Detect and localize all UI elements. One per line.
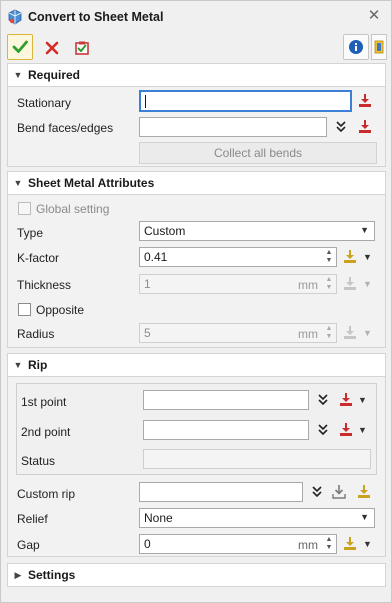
pick-filter-red-icon[interactable] — [357, 93, 373, 109]
double-chevron-down-icon[interactable] — [309, 484, 325, 500]
dropdown-caret-icon[interactable]: ▼ — [363, 328, 372, 338]
window-title: Convert to Sheet Metal — [28, 10, 164, 24]
type-select[interactable]: Custom ▼ — [139, 221, 375, 241]
collapse-triangle-icon: ▼ — [13, 70, 23, 80]
convert-to-sheet-metal-panel: Convert to Sheet Metal ✕ ▼ Required Stat… — [0, 0, 392, 603]
required-section-header[interactable]: ▼ Required — [7, 63, 386, 87]
pick-filter-red-icon[interactable] — [357, 119, 373, 135]
spinner-arrows-icon[interactable]: ▲ ▼ — [324, 249, 334, 265]
dropdown-caret-icon[interactable]: ▼ — [363, 279, 372, 289]
pick-filter-disabled-icon[interactable] — [342, 325, 358, 341]
dropdown-caret-icon[interactable]: ▼ — [363, 539, 372, 549]
gap-label: Gap — [17, 538, 40, 552]
spinner-arrows-icon[interactable]: ▲ ▼ — [324, 325, 334, 341]
collect-all-bends-button[interactable]: Collect all bends — [139, 142, 377, 164]
double-chevron-down-icon[interactable] — [315, 422, 331, 438]
status-label: Status — [21, 454, 56, 468]
opposite-label: Opposite — [36, 303, 85, 317]
rip-section-header[interactable]: ▼ Rip — [7, 353, 386, 377]
cancel-button[interactable] — [39, 35, 65, 61]
settings-section-header[interactable]: ▶ Settings — [7, 563, 386, 587]
pick-filter-red-icon[interactable] — [338, 392, 354, 408]
app-logo-icon — [7, 9, 23, 25]
gap-input[interactable]: 0 mm ▲ ▼ — [139, 534, 337, 554]
pick-filter-gold-icon[interactable] — [342, 249, 358, 265]
relief-select[interactable]: None ▼ — [139, 508, 375, 528]
apply-button[interactable] — [69, 35, 95, 61]
first-point-label: 1st point — [21, 395, 67, 409]
bend-faces-input[interactable] — [139, 117, 327, 137]
type-label: Type — [17, 226, 44, 240]
gap-unit: mm — [298, 538, 318, 552]
custom-rip-label: Custom rip — [17, 487, 76, 501]
settings-section-title: Settings — [28, 568, 76, 582]
help-button[interactable] — [371, 34, 387, 60]
attributes-section-header[interactable]: ▼ Sheet Metal Attributes — [7, 171, 386, 195]
rip-section-title: Rip — [28, 358, 48, 372]
required-section-title: Required — [28, 68, 81, 82]
expand-triangle-icon: ▶ — [14, 569, 22, 580]
info-icon — [349, 40, 363, 54]
collapse-triangle-icon: ▼ — [13, 360, 23, 370]
second-point-input[interactable] — [143, 420, 309, 440]
dropdown-caret-icon[interactable]: ▼ — [358, 425, 367, 435]
thickness-label: Thickness — [17, 278, 72, 292]
radius-label: Radius — [17, 327, 55, 341]
opposite-checkbox[interactable] — [18, 303, 31, 316]
chevron-down-icon: ▼ — [360, 512, 369, 522]
double-chevron-down-icon[interactable] — [315, 392, 331, 408]
stationary-label: Stationary — [17, 96, 72, 110]
kfactor-input[interactable]: 0.41 ▲ ▼ — [139, 247, 337, 267]
kfactor-label: K-factor — [17, 251, 60, 265]
checkmark-icon — [12, 40, 28, 53]
pick-filter-red-icon[interactable] — [338, 422, 354, 438]
pick-filter-disabled-icon[interactable] — [342, 276, 358, 292]
attributes-section-title: Sheet Metal Attributes — [28, 176, 155, 190]
ok-button[interactable] — [7, 34, 33, 60]
global-setting-checkbox[interactable] — [18, 202, 31, 215]
second-point-label: 2nd point — [21, 425, 71, 439]
chevron-down-icon: ▼ — [360, 225, 369, 235]
relief-label: Relief — [17, 512, 48, 526]
custom-rip-input[interactable] — [139, 482, 303, 502]
double-chevron-down-icon[interactable] — [333, 119, 349, 135]
radius-input[interactable]: 5 mm ▲ ▼ — [139, 323, 337, 343]
info-button[interactable] — [343, 34, 369, 60]
apply-check-icon — [75, 41, 89, 55]
dropdown-caret-icon[interactable]: ▼ — [358, 395, 367, 405]
download-gray-icon[interactable] — [331, 484, 347, 500]
spinner-arrows-icon[interactable]: ▲ ▼ — [324, 276, 334, 292]
radius-unit: mm — [298, 327, 318, 341]
spinner-arrows-icon[interactable]: ▲ ▼ — [324, 536, 334, 552]
stationary-input[interactable] — [139, 90, 352, 112]
help-book-icon — [374, 40, 384, 54]
pick-filter-gold-icon[interactable] — [356, 484, 372, 500]
close-icon[interactable]: ✕ — [366, 8, 382, 24]
cancel-x-icon — [45, 41, 59, 55]
global-setting-label: Global setting — [36, 202, 110, 216]
collapse-triangle-icon: ▼ — [13, 178, 23, 188]
dropdown-caret-icon[interactable]: ▼ — [363, 252, 372, 262]
status-field — [143, 449, 371, 469]
pick-filter-gold-icon[interactable] — [342, 536, 358, 552]
thickness-unit: mm — [298, 278, 318, 292]
thickness-input[interactable]: 1 mm ▲ ▼ — [139, 274, 337, 294]
bend-faces-label: Bend faces/edges — [17, 121, 114, 135]
first-point-input[interactable] — [143, 390, 309, 410]
